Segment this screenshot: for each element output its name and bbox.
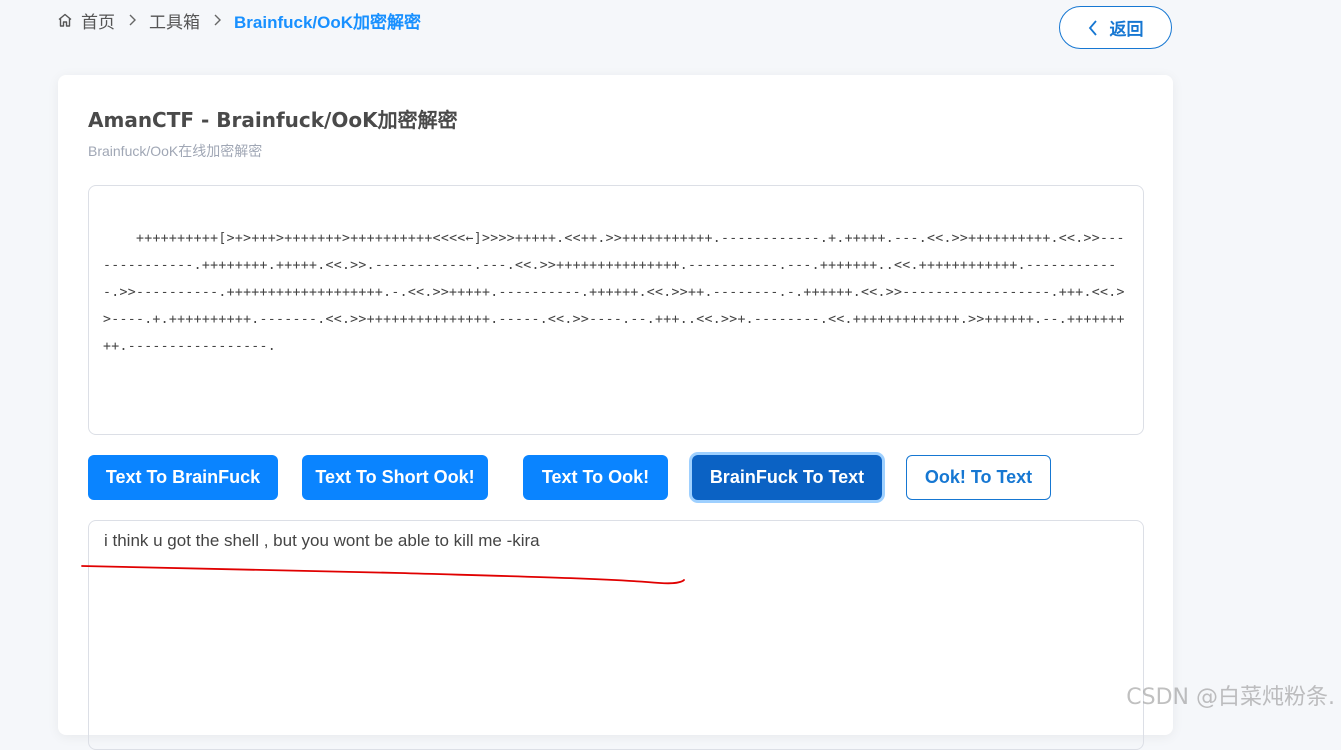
output-text[interactable]: i think u got the shell , but you wont b… <box>88 520 1144 750</box>
brainfuck-input-text: ++++++++++[>+>+++>+++++++>++++++++++<<<<… <box>103 231 1125 354</box>
breadcrumb-home[interactable]: 首页 <box>81 8 115 33</box>
output-text-value: i think u got the shell , but you wont b… <box>104 531 540 550</box>
text-to-ook-button[interactable]: Text To Ook! <box>523 455 668 500</box>
watermark: CSDN @白菜炖粉条. <box>1126 685 1335 710</box>
chevron-right-icon <box>127 13 137 27</box>
tool-card: AmanCTF - Brainfuck/OoK加密解密 Brainfuck/Oo… <box>58 75 1173 750</box>
page-subtitle: Brainfuck/OoK在线加密解密 <box>88 143 263 159</box>
breadcrumb-current: Brainfuck/OoK加密解密 <box>234 12 422 32</box>
breadcrumb-toolbox[interactable]: 工具箱 <box>149 8 200 33</box>
brainfuck-input[interactable]: ++++++++++[>+>+++>+++++++>++++++++++<<<<… <box>88 185 1144 435</box>
back-button-label: 返回 <box>1109 20 1144 39</box>
back-button[interactable]: 返回 <box>1059 6 1172 49</box>
brainfuck-to-text-button[interactable]: BrainFuck To Text <box>692 455 882 500</box>
text-to-brainfuck-button[interactable]: Text To BrainFuck <box>88 455 278 500</box>
breadcrumb: 首页 工具箱 Brainfuck/OoK加密解密 <box>57 8 421 32</box>
ook-to-text-button[interactable]: Ook! To Text <box>906 455 1051 500</box>
home-icon[interactable] <box>57 12 73 28</box>
resize-handle-icon[interactable] <box>1131 422 1141 432</box>
text-to-short-ook-button[interactable]: Text To Short Ook! <box>302 455 488 500</box>
chevron-right-icon <box>212 13 222 27</box>
chevron-left-icon <box>1088 19 1098 37</box>
page-title: AmanCTF - Brainfuck/OoK加密解密 <box>88 108 458 132</box>
